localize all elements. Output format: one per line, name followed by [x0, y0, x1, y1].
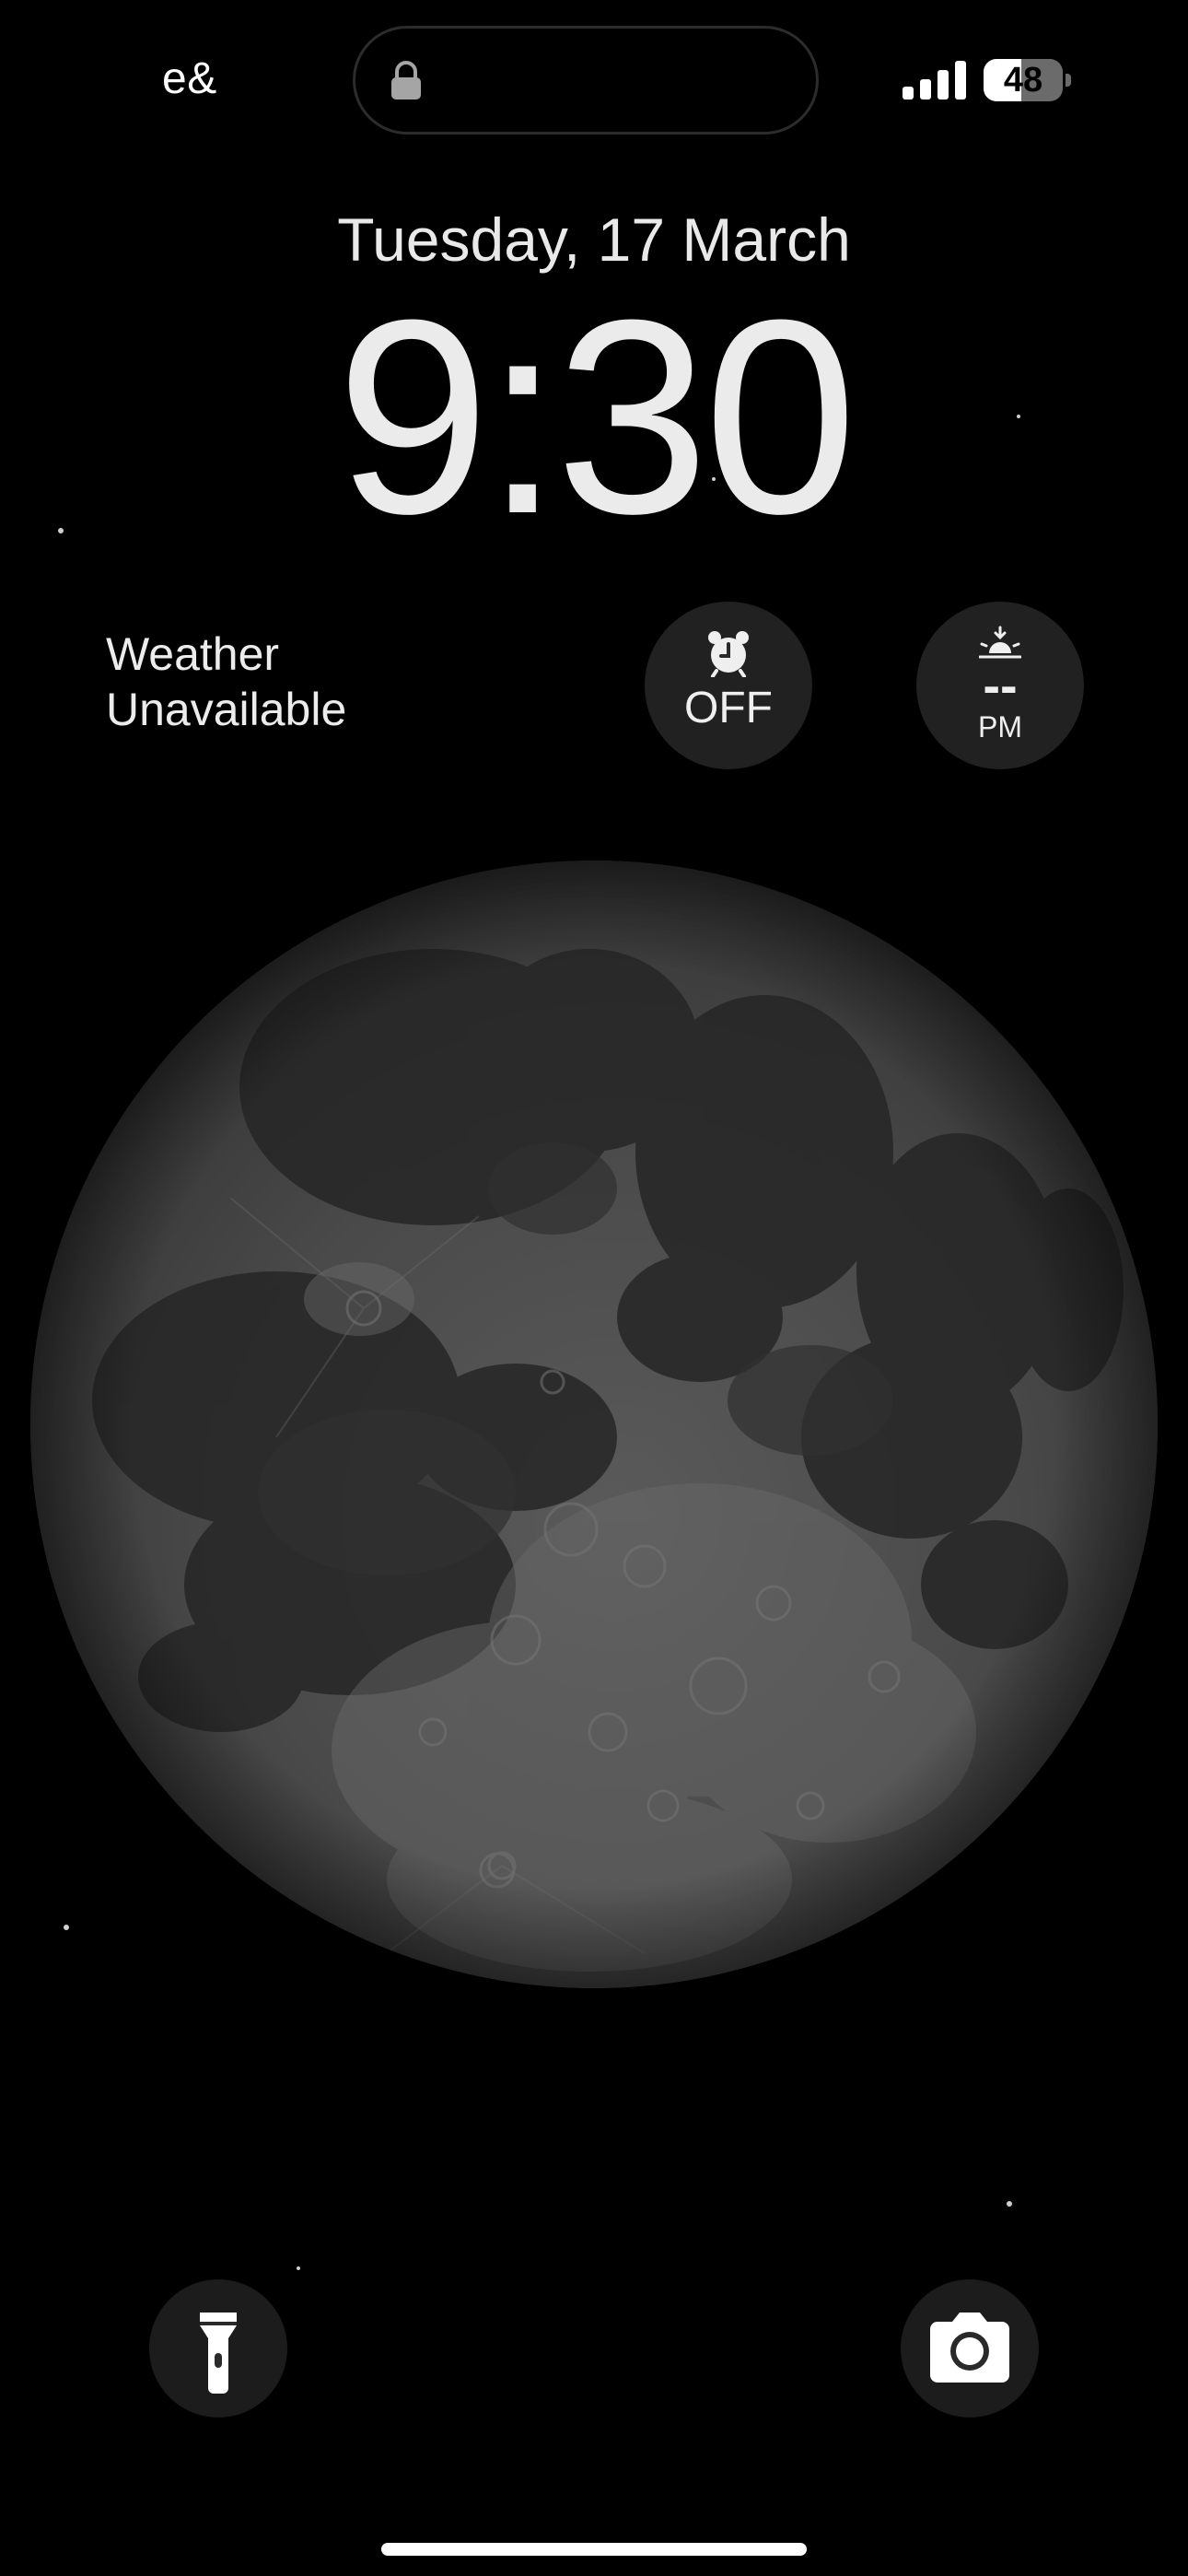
- home-indicator[interactable]: [381, 2543, 807, 2556]
- battery-cap: [1066, 74, 1071, 87]
- alarm-widget[interactable]: OFF: [645, 602, 812, 769]
- lock-icon: [391, 61, 421, 100]
- flashlight-icon: [200, 2313, 237, 2394]
- weather-status-line2: Unavailable: [106, 684, 347, 735]
- sunrise-time: --: [983, 656, 1018, 714]
- battery-indicator: 48: [984, 59, 1072, 103]
- camera-icon: [930, 2313, 1009, 2383]
- cellular-signal-icon: [903, 61, 966, 100]
- alarm-status: OFF: [684, 684, 773, 732]
- flashlight-button[interactable]: [149, 2279, 287, 2418]
- battery-level: 48: [1003, 61, 1043, 100]
- dynamic-island[interactable]: [353, 26, 819, 135]
- carrier-name: e&: [162, 54, 217, 103]
- lock-screen-time: 9:30: [336, 262, 857, 571]
- camera-button[interactable]: [901, 2279, 1039, 2418]
- alarm-clock-icon: [708, 631, 749, 677]
- weather-status-line1: Weather: [106, 628, 280, 680]
- weather-widget[interactable]: Weather Unavailable: [106, 626, 346, 737]
- sunrise-widget[interactable]: -- PM: [916, 602, 1084, 769]
- sunrise-period: PM: [978, 710, 1022, 744]
